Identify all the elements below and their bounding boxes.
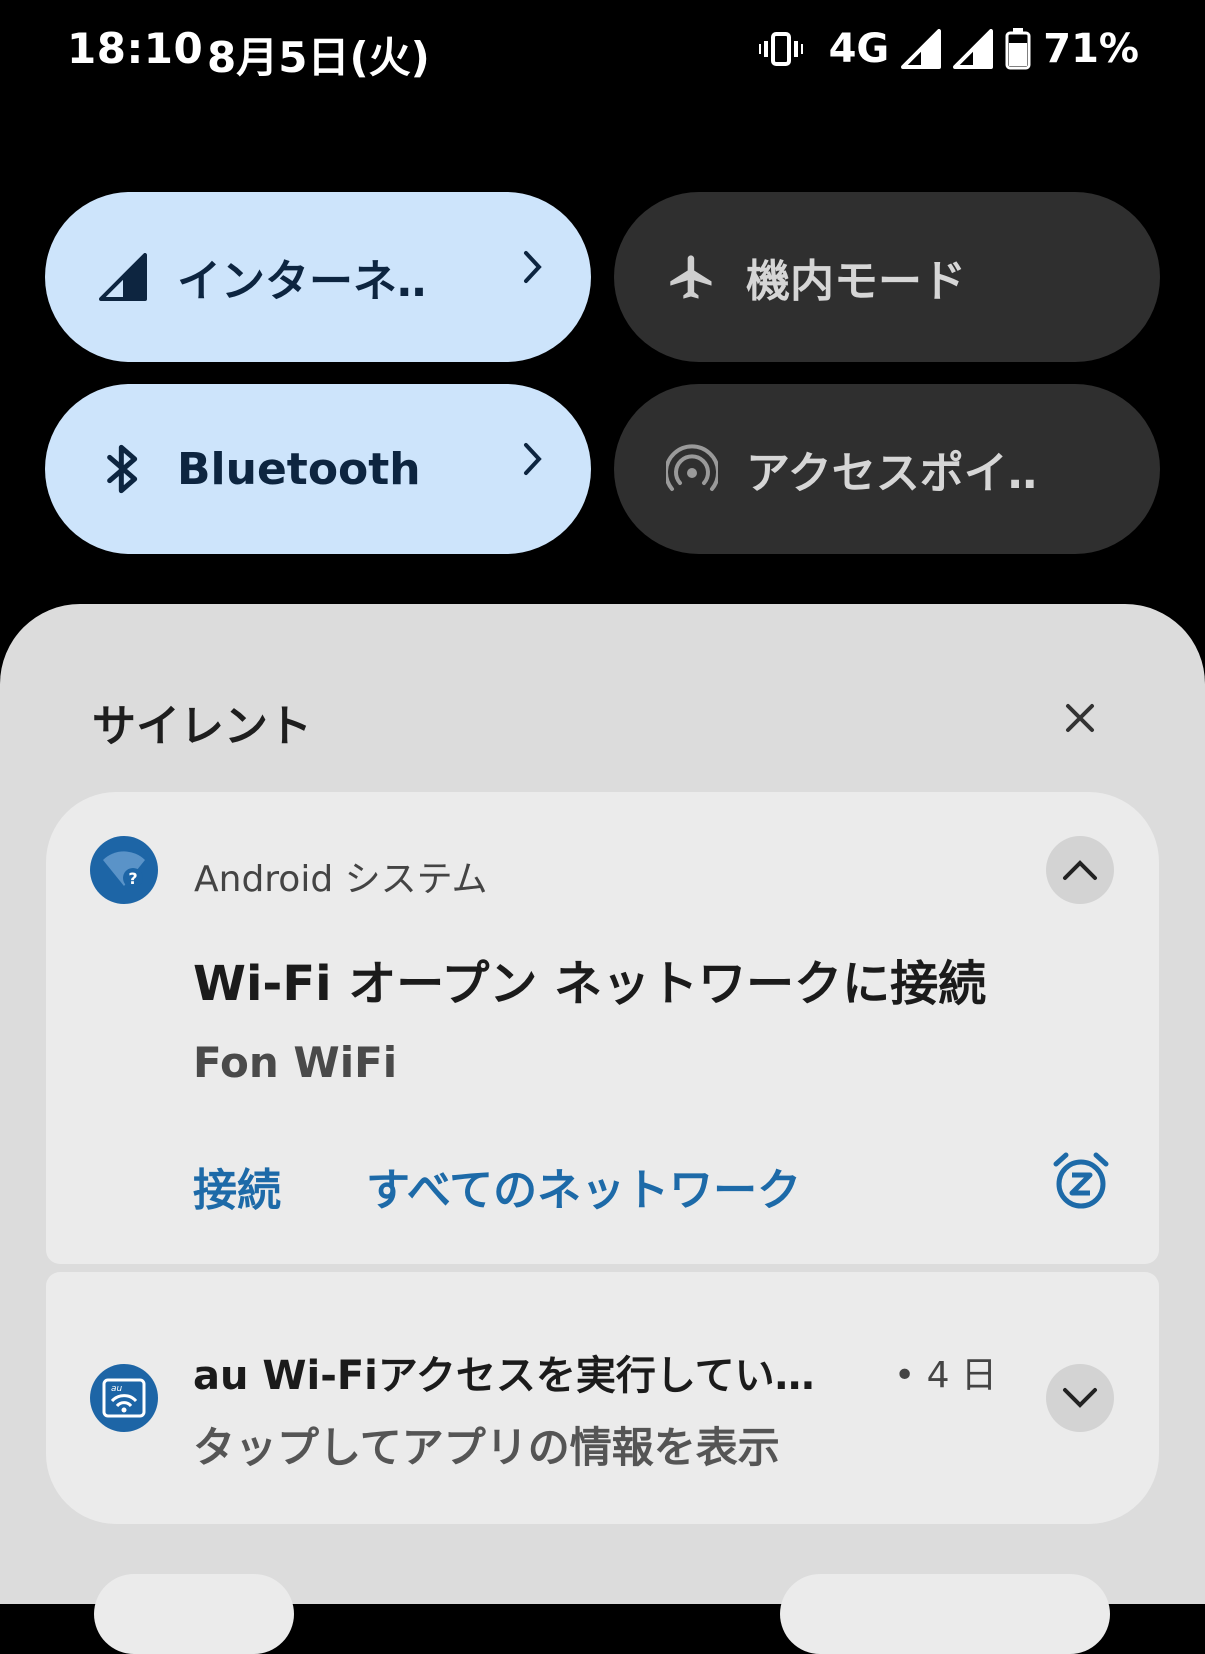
signal-icon [901, 29, 942, 69]
tile-airplane-mode[interactable]: 機内モード [614, 192, 1160, 362]
chevron-up-icon [1063, 860, 1097, 880]
signal-icon-2 [953, 29, 994, 69]
connect-button[interactable]: 接続 [193, 1154, 281, 1218]
chevron-right-icon [523, 442, 543, 480]
hotspot-icon [662, 439, 722, 499]
cell-signal-icon [93, 247, 153, 307]
notification-text: Fon WiFi [193, 1038, 398, 1087]
tile-airplane-label: 機内モード [746, 256, 966, 307]
svg-text:?: ? [128, 869, 137, 888]
tile-internet-label: インターネ‥ [177, 256, 427, 307]
status-date: 8月5日(火) [207, 33, 430, 82]
collapse-button[interactable] [1046, 836, 1114, 904]
status-icons: 4G 71% [758, 26, 1139, 72]
chevron-right-icon [523, 250, 543, 288]
network-type: 4G [828, 26, 890, 72]
expand-button[interactable] [1046, 1364, 1114, 1432]
snooze-icon[interactable] [1052, 1150, 1110, 1210]
tile-internet[interactable]: インターネ‥ [45, 192, 591, 362]
wifi-question-icon: ? [90, 836, 158, 904]
svg-text:au: au [111, 1384, 123, 1394]
tile-bluetooth-label: Bluetooth [177, 443, 421, 495]
notification-title: au Wi-Fiアクセスを実行してい… [193, 1353, 815, 1399]
notification-time: • 4 日 [894, 1355, 998, 1396]
status-bar: 18:10 8月5日(火) 4G 71% [0, 0, 1205, 100]
notification-text: タップしてアプリの情報を表示 [193, 1423, 780, 1472]
bottom-button-left[interactable] [94, 1574, 294, 1654]
au-wifi-app-icon: au [90, 1364, 158, 1432]
airplane-icon [662, 247, 722, 307]
battery-percent: 71% [1043, 26, 1139, 72]
tile-hotspot-label: アクセスポイ‥ [746, 448, 1038, 499]
bluetooth-icon [93, 439, 153, 499]
bottom-button-right[interactable] [780, 1574, 1110, 1654]
all-networks-button[interactable]: すべてのネットワーク [366, 1154, 801, 1218]
notification-title: Wi-Fi オープン ネットワークに接続 [193, 956, 987, 1012]
chevron-down-icon [1063, 1388, 1097, 1408]
close-icon[interactable] [1060, 698, 1100, 738]
vibrate-icon [758, 31, 803, 67]
tile-bluetooth[interactable]: Bluetooth [45, 384, 591, 554]
battery-icon [1005, 28, 1031, 70]
tile-hotspot[interactable]: アクセスポイ‥ [614, 384, 1160, 554]
section-title: サイレント [92, 701, 312, 752]
status-time: 18:10 [67, 24, 204, 73]
notification-app-name: Android システム [194, 859, 488, 900]
